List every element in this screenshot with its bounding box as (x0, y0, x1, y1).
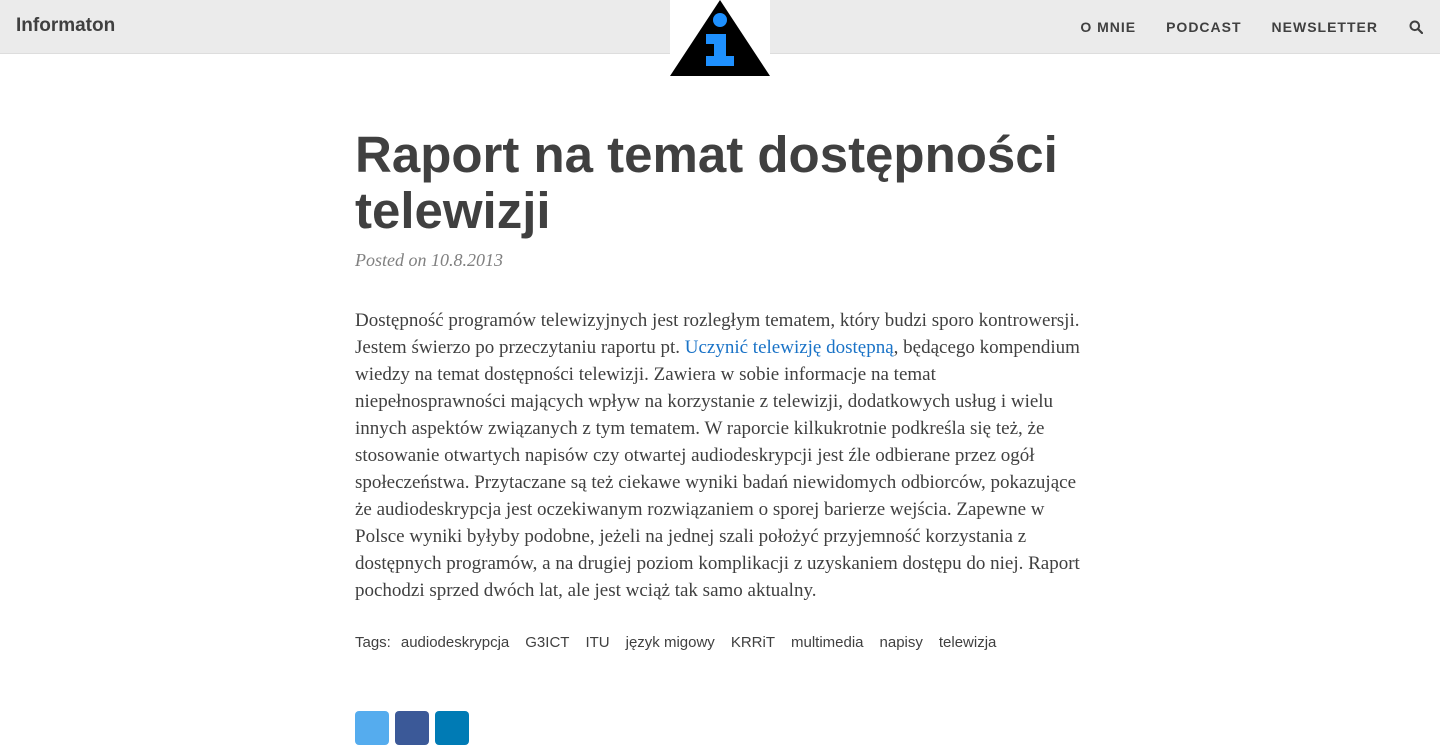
share-linkedin-button[interactable] (435, 711, 469, 745)
nav-link-podcast[interactable]: PODCAST (1166, 19, 1241, 35)
post: Raport na temat dostępności telewizji Po… (355, 126, 1085, 652)
search-button[interactable] (1408, 19, 1424, 35)
tag-link[interactable]: napisy (880, 634, 923, 651)
tag-link[interactable]: multimedia (791, 634, 864, 651)
report-link[interactable]: Uczynić telewizję dostępną (685, 337, 894, 358)
post-text-2: , będącego kompendium wiedzy na temat do… (355, 337, 1080, 601)
tag-link[interactable]: KRRiT (731, 634, 775, 651)
logo[interactable] (670, 0, 770, 76)
nav-link-o-mnie[interactable]: O MNIE (1080, 19, 1136, 35)
navbar: Informaton O MNIE PODCAST NEWSLETTER (0, 0, 1440, 76)
share-buttons (355, 711, 475, 745)
info-logo-icon (670, 0, 770, 76)
share-facebook-button[interactable] (395, 711, 429, 745)
post-date: Posted on 10.8.2013 (355, 250, 503, 270)
post-title: Raport na temat dostępności telewizji (355, 126, 1058, 239)
tag-link[interactable]: telewizja (939, 634, 997, 651)
share-twitter-button[interactable] (355, 711, 389, 745)
tags-label: Tags: (355, 634, 391, 651)
tag-link[interactable]: ITU (585, 634, 609, 651)
tag-link[interactable]: audiodeskrypcja (401, 634, 509, 651)
main-nav: O MNIE PODCAST NEWSLETTER (1050, 0, 1440, 53)
post-body: Dostępność programów telewizyjnych jest … (355, 307, 1085, 604)
nav-link-newsletter[interactable]: NEWSLETTER (1272, 19, 1378, 35)
tag-link[interactable]: G3ICT (525, 634, 569, 651)
tag-link[interactable]: język migowy (626, 634, 715, 651)
tags-list: Tags: audiodeskrypcja G3ICT ITU język mi… (355, 634, 1085, 651)
brand-link[interactable]: Informaton (16, 15, 115, 37)
search-icon (1409, 20, 1423, 34)
